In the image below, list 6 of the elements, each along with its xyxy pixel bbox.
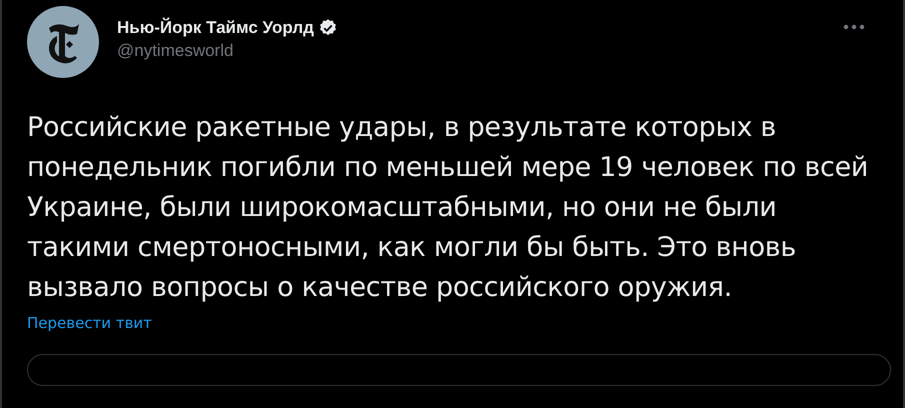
more-options-icon[interactable] bbox=[843, 24, 865, 30]
author-handle[interactable]: @nytimesworld bbox=[117, 41, 338, 61]
avatar-logo-icon[interactable] bbox=[27, 6, 99, 78]
tweet-text: Российские ракетные удары, в результате которых в понедельник погибли по меньшей мере 19 человек по всей Украине, были широкомасштабными, но они не были такими смертоносными, как могли бы быть. Это вновь вызвало вопросы о качестве российского оружия. bbox=[27, 111, 870, 305]
author-name[interactable]: Нью-Йорк Таймс Уорлд bbox=[117, 18, 314, 38]
translate-link[interactable]: Перевести твит bbox=[27, 314, 152, 332]
